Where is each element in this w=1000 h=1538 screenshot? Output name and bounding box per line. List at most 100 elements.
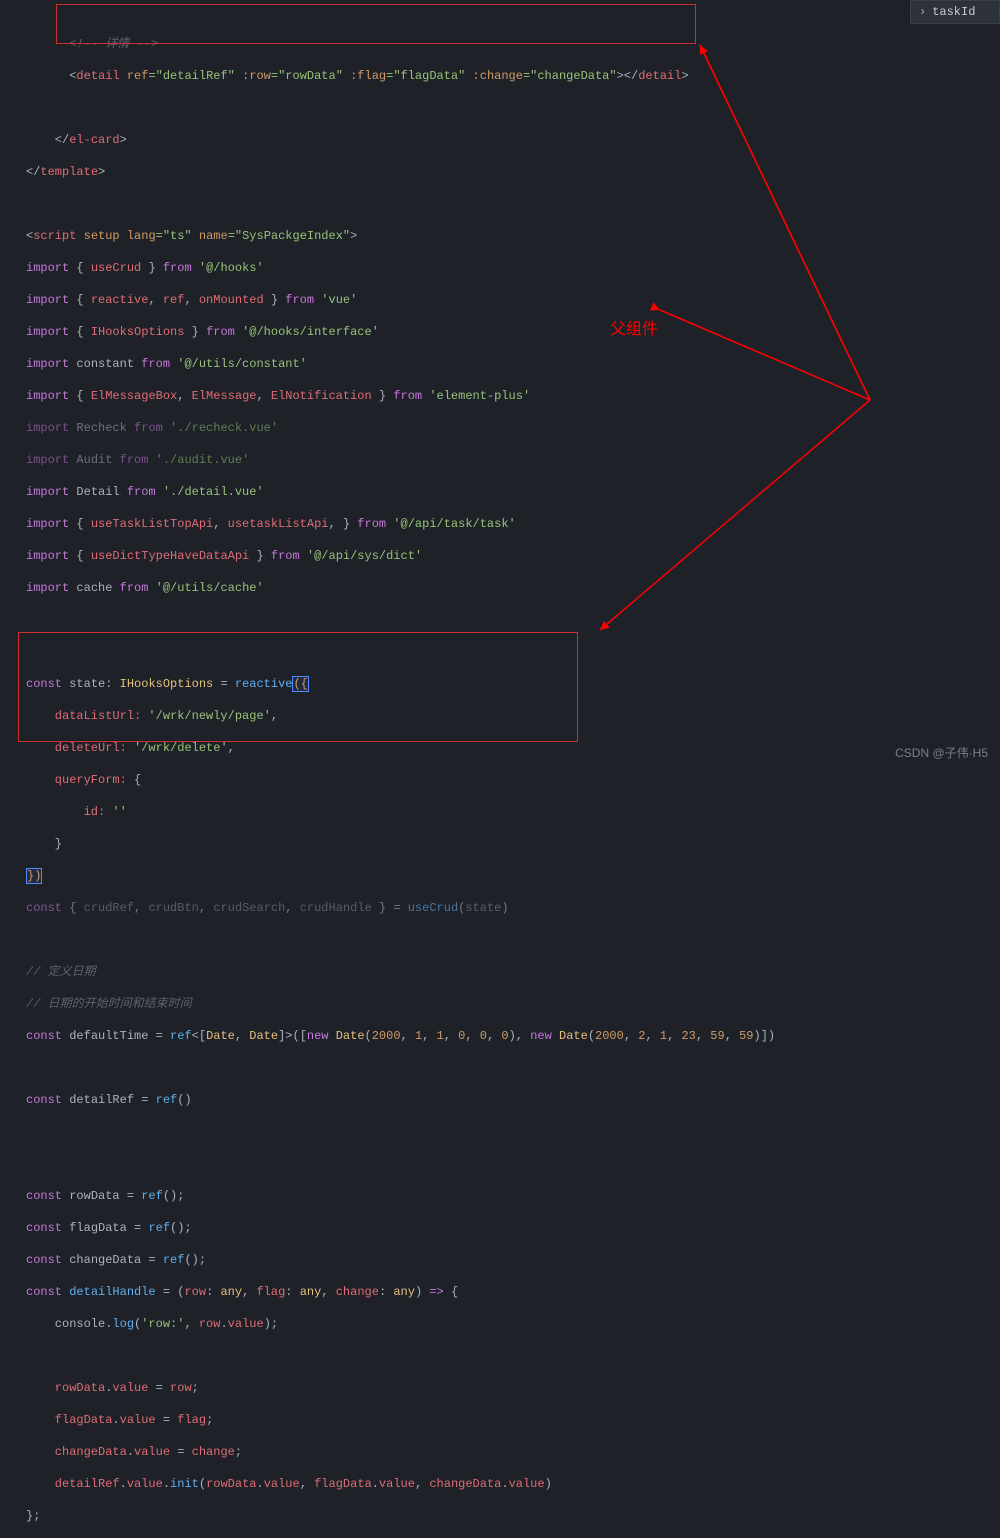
code-text: , — [321, 1285, 335, 1299]
code-text: '@/utils/constant' — [170, 357, 307, 371]
code-text: , — [444, 1029, 458, 1043]
code-text: import — [26, 357, 69, 371]
code-text: Recheck — [69, 421, 134, 435]
code-text: } — [372, 389, 394, 403]
code-text: new — [307, 1029, 329, 1043]
code-text: value — [509, 1477, 545, 1491]
code-text: ]>([ — [278, 1029, 307, 1043]
code-text: = ( — [156, 1285, 185, 1299]
code-text: }; — [26, 1509, 40, 1523]
code-text: change — [336, 1285, 379, 1299]
code-text: row — [199, 1317, 221, 1331]
code-text: , — [184, 1317, 198, 1331]
code-text: (); — [163, 1189, 185, 1203]
code-text: , — [667, 1029, 681, 1043]
code-text: ref — [120, 69, 149, 83]
code-text: any — [393, 1285, 415, 1299]
code-text: from — [206, 325, 235, 339]
code-text: reactive — [235, 677, 293, 691]
code-text: Date — [329, 1029, 365, 1043]
code-text: , — [624, 1029, 638, 1043]
code-text: </ — [26, 165, 40, 179]
code-text: = — [120, 1189, 142, 1203]
code-text: { — [69, 389, 91, 403]
code-text: 59 — [739, 1029, 753, 1043]
code-text: const — [26, 1253, 62, 1267]
code-text: , — [235, 1029, 249, 1043]
code-text: ( — [458, 901, 465, 915]
code-text: ( — [199, 1477, 206, 1491]
code-text: useDictTypeHaveDataApi — [91, 549, 249, 563]
outline-panel-item[interactable]: › taskId — [910, 0, 1000, 24]
code-text: , — [285, 901, 299, 915]
code-text: ="flagData" — [386, 69, 465, 83]
code-text — [18, 1124, 1000, 1140]
code-text: , — [148, 293, 162, 307]
code-text: rowData — [62, 1189, 120, 1203]
code-text: '@/utils/cache' — [148, 581, 263, 595]
code-text: init — [170, 1477, 199, 1491]
code-text: = — [213, 677, 235, 691]
code-text — [18, 612, 1000, 628]
code-text: , — [422, 1029, 436, 1043]
code-text: , — [213, 517, 227, 531]
code-text: id: — [26, 805, 105, 819]
code-text: , — [696, 1029, 710, 1043]
code-text: 0 — [501, 1029, 508, 1043]
code-text: import — [26, 261, 69, 275]
code-text: . — [501, 1477, 508, 1491]
code-text: './audit.vue' — [148, 453, 249, 467]
code-editor[interactable]: <!-- 详情 --> <detail ref="detailRef" :row… — [0, 0, 1000, 769]
code-text: detailHandle — [62, 1285, 156, 1299]
code-text: Date — [552, 1029, 588, 1043]
code-text: ref — [170, 1029, 192, 1043]
code-text: : — [105, 677, 119, 691]
code-text: any — [300, 1285, 322, 1299]
code-text: detail — [76, 69, 119, 83]
code-text — [18, 644, 1000, 660]
code-text — [18, 1348, 1000, 1364]
code-text: : — [379, 1285, 393, 1299]
code-text: :flag — [343, 69, 386, 83]
code-text: './detail.vue' — [156, 485, 264, 499]
code-text: { — [127, 773, 141, 787]
gutter — [0, 0, 12, 769]
code-text: , — [199, 901, 213, 915]
code-text: queryForm: — [26, 773, 127, 787]
code-text: { — [69, 293, 91, 307]
code-text: import — [26, 453, 69, 467]
code-text: ="rowData" — [271, 69, 343, 83]
code-text: reactive — [91, 293, 149, 307]
code-text: ( — [588, 1029, 595, 1043]
code-text: 1 — [437, 1029, 444, 1043]
code-text: template — [40, 165, 98, 179]
code-text: usetaskListApi — [228, 517, 329, 531]
code-text: deleteUrl: — [26, 741, 127, 755]
code-text: import — [26, 549, 69, 563]
code-text: . — [127, 1445, 134, 1459]
code-text: flagData — [62, 1221, 127, 1235]
code-text: const — [26, 1093, 62, 1107]
code-text: import — [26, 325, 69, 339]
code-text: const — [26, 677, 62, 691]
code-text — [18, 100, 1000, 116]
code-area[interactable]: <!-- 详情 --> <detail ref="detailRef" :row… — [18, 0, 1000, 769]
code-text: state — [62, 677, 105, 691]
code-text: onMounted — [199, 293, 264, 307]
code-text: const — [26, 1221, 62, 1235]
code-text: ); — [264, 1317, 278, 1331]
code-text: useCrud — [408, 901, 458, 915]
code-text: useCrud — [91, 261, 141, 275]
code-text: row — [184, 1285, 206, 1299]
code-text: detailRef — [26, 1477, 120, 1491]
code-text: , — [645, 1029, 659, 1043]
code-text: dataListUrl: — [26, 709, 141, 723]
code-text: , — [300, 1477, 314, 1491]
code-text: name — [192, 229, 228, 243]
code-text: ref — [163, 1253, 185, 1267]
code-text: 23 — [681, 1029, 695, 1043]
code-text — [18, 1156, 1000, 1172]
code-text: ></ — [617, 69, 639, 83]
code-text: ) — [501, 901, 508, 915]
code-text: 59 — [710, 1029, 724, 1043]
